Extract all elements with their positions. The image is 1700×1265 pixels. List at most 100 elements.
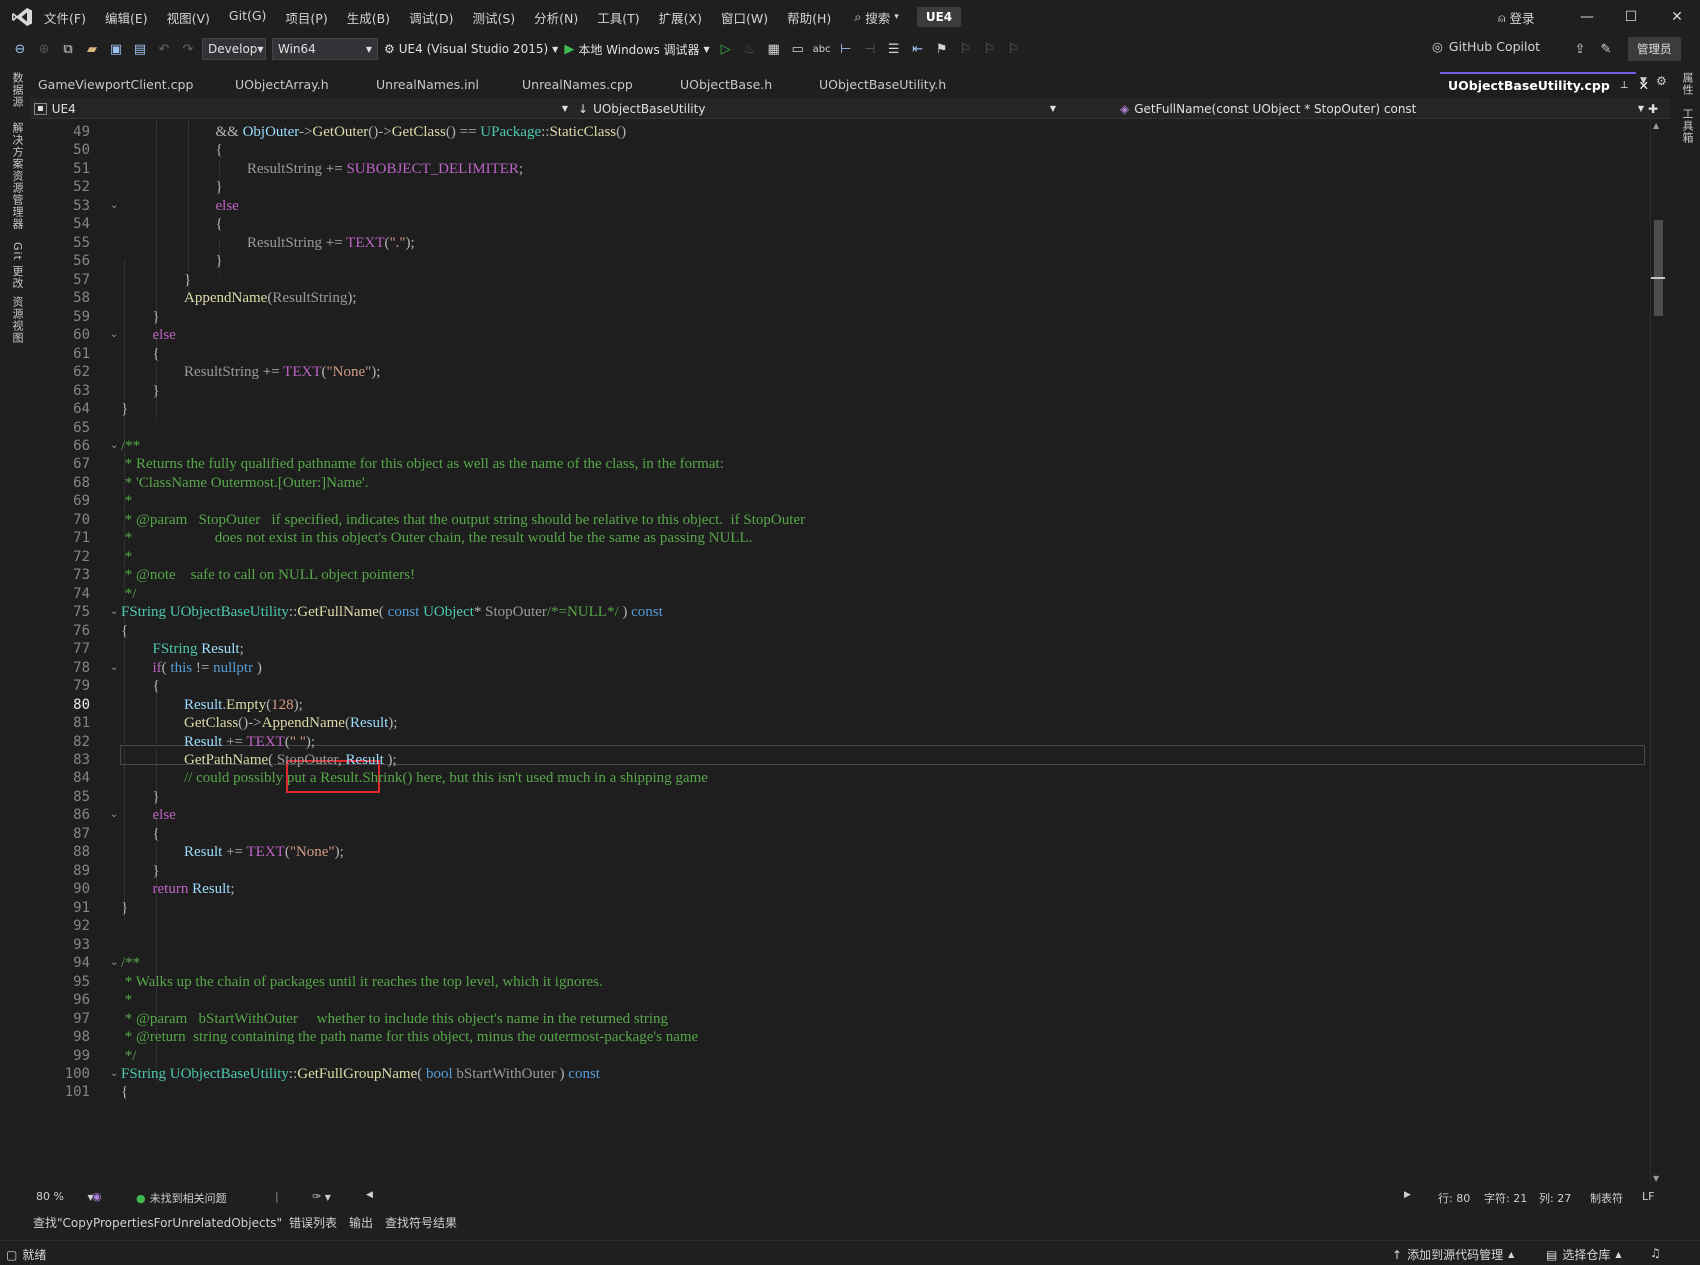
- code-line[interactable]: 51 ResultString += SUBOBJECT_DELIMITER;: [30, 159, 1650, 179]
- menu-item[interactable]: 扩展(X): [659, 8, 702, 27]
- clear-bookmarks-button[interactable]: ⚐: [1004, 38, 1024, 60]
- menu-item[interactable]: 调试(D): [409, 8, 453, 27]
- code-line[interactable]: 92: [30, 916, 1650, 936]
- code-line[interactable]: 53 ⌄ else: [30, 196, 1650, 216]
- code-line[interactable]: 71 * does not exist in this object's Out…: [30, 528, 1650, 548]
- spell-check-button[interactable]: abc: [812, 38, 832, 60]
- code-line[interactable]: 61 {: [30, 344, 1650, 364]
- tab-gameviewportclient-cpp[interactable]: GameViewportClient.cpp: [30, 72, 193, 96]
- tab-solution-explorer[interactable]: 解决方案资源管理器: [9, 122, 25, 230]
- fold-toggle-icon[interactable]: ⌄: [110, 805, 120, 825]
- close-window-button[interactable]: ✕: [1663, 6, 1691, 28]
- fold-toggle-icon[interactable]: ⌄: [110, 1064, 120, 1084]
- code-line[interactable]: 77 FString Result;: [30, 639, 1650, 659]
- code-line[interactable]: 85}: [30, 787, 1650, 807]
- code-line[interactable]: 69 *: [30, 491, 1650, 511]
- zoom-dropdown[interactable]: 80 % ▼: [36, 1190, 94, 1203]
- fold-toggle-icon[interactable]: ⌄: [110, 196, 120, 216]
- code-line[interactable]: 70 * @param StopOuter if specified, indi…: [30, 510, 1650, 530]
- char-indicator[interactable]: 字符: 21: [1484, 1190, 1527, 1206]
- open-file-button[interactable]: ▰: [82, 38, 102, 60]
- tab-properties[interactable]: 属性: [1679, 72, 1695, 96]
- menu-item[interactable]: 分析(N): [534, 8, 578, 27]
- bookmark-button[interactable]: ⚑: [932, 38, 952, 60]
- code-line[interactable]: 52}: [30, 177, 1650, 197]
- redo-button[interactable]: ↷: [178, 38, 198, 60]
- menu-item[interactable]: 视图(V): [167, 8, 210, 27]
- solution-configuration-dropdown[interactable]: Develop ▼: [202, 38, 266, 60]
- code-line[interactable]: 90 return Result;: [30, 879, 1650, 899]
- code-editor[interactable]: 49 && ObjOuter->GetOuter()->GetClass() ==…: [30, 120, 1665, 1186]
- code-line[interactable]: 49 && ObjOuter->GetOuter()->GetClass() ==…: [30, 122, 1650, 142]
- code-line[interactable]: 73 * @note safe to call on NULL object p…: [30, 565, 1650, 585]
- scope-dropdown[interactable]: ↓ UObjectBaseUtility ▼: [578, 98, 1056, 119]
- code-line[interactable]: 68 * 'ClassName Outermost.[Outer:]Name'.: [30, 473, 1650, 493]
- code-line[interactable]: 89}: [30, 861, 1650, 881]
- code-line[interactable]: 66 ⌄/**: [30, 436, 1650, 456]
- tab-output[interactable]: 输出: [349, 1214, 373, 1231]
- code-line[interactable]: 98 * @return string containing the path …: [30, 1027, 1650, 1047]
- fold-toggle-icon[interactable]: ⌄: [110, 658, 120, 678]
- outdent-button[interactable]: ⇤: [908, 38, 928, 60]
- code-line[interactable]: 97 * @param bStartWithOuter whether to i…: [30, 1009, 1650, 1029]
- code-line[interactable]: 57}: [30, 270, 1650, 290]
- split-editor-button[interactable]: ✚: [1648, 98, 1658, 119]
- tab-overflow-dropdown[interactable]: ▼: [1640, 76, 1647, 86]
- uncomment-button[interactable]: ⊣: [860, 38, 880, 60]
- select-repository-button[interactable]: ▤ 选择仓库 ▲: [1546, 1246, 1622, 1263]
- issues-indicator[interactable]: ● 未找到相关问题: [136, 1190, 227, 1206]
- menu-item[interactable]: 帮助(H): [787, 8, 831, 27]
- fold-toggle-icon[interactable]: ⌄: [110, 953, 120, 973]
- login-button[interactable]: ⍝ 登录: [1498, 8, 1535, 27]
- github-copilot-button[interactable]: ◎ GitHub Copilot: [1432, 39, 1540, 54]
- scroll-left-icon[interactable]: ◀: [366, 1190, 373, 1200]
- browse-button[interactable]: ▦: [764, 38, 784, 60]
- project-dropdown[interactable]: ▪ UE4 ▼: [34, 98, 568, 119]
- navigate-back-button[interactable]: ⊖: [10, 38, 30, 60]
- scrollbar-thumb[interactable]: [1654, 220, 1663, 316]
- scroll-right-icon[interactable]: ▶: [1404, 1190, 1411, 1200]
- tab-uobjectbaseutility-h[interactable]: UObjectBaseUtility.h: [811, 72, 946, 96]
- column-indicator[interactable]: 列: 27: [1539, 1190, 1571, 1206]
- fold-toggle-icon[interactable]: ⌄: [110, 325, 120, 345]
- new-item-button[interactable]: ⧉: [58, 38, 78, 60]
- indent-button[interactable]: ☰: [884, 38, 904, 60]
- menu-item[interactable]: 窗口(W): [721, 8, 768, 27]
- search-button[interactable]: ⌕ 搜索 ▾: [854, 8, 899, 27]
- code-line[interactable]: 62 ResultString += TEXT("None");: [30, 362, 1650, 382]
- tab-unrealnames-inl[interactable]: UnrealNames.inl: [368, 72, 479, 96]
- scroll-down-icon[interactable]: ▼: [1653, 1174, 1659, 1183]
- code-line[interactable]: 99 */: [30, 1046, 1650, 1066]
- pin-icon[interactable]: ⊥: [1620, 80, 1629, 91]
- menu-item[interactable]: 编辑(E): [105, 8, 148, 27]
- code-line[interactable]: 78 ⌄ if( this != nullptr ): [30, 658, 1650, 678]
- code-line[interactable]: 67 * Returns the fully qualified pathnam…: [30, 454, 1650, 474]
- code-line[interactable]: 50 {: [30, 140, 1650, 160]
- code-line[interactable]: 82 Result += TEXT(" ");: [30, 732, 1650, 752]
- line-ending-indicator[interactable]: LF: [1642, 1190, 1654, 1203]
- code-line[interactable]: 74 */: [30, 584, 1650, 604]
- intellicode-icon[interactable]: ◉: [92, 1190, 102, 1203]
- tab-error-list[interactable]: 错误列表: [289, 1214, 337, 1231]
- solution-name-badge[interactable]: UE4: [916, 7, 962, 27]
- tab-uobjectarray-h[interactable]: UObjectArray.h: [227, 72, 329, 96]
- fold-toggle-icon[interactable]: ⌄: [110, 602, 120, 622]
- next-bookmark-button[interactable]: ⚐: [980, 38, 1000, 60]
- scroll-up-icon[interactable]: ▲: [1653, 121, 1659, 130]
- menu-item[interactable]: 生成(B): [347, 8, 390, 27]
- code-line[interactable]: 60 ⌄ else: [30, 325, 1650, 345]
- code-line[interactable]: 94 ⌄/**: [30, 953, 1650, 973]
- code-line[interactable]: 84 // could possibly put a Result.Shrink(…: [30, 768, 1650, 788]
- code-line[interactable]: 59}: [30, 307, 1650, 327]
- code-line[interactable]: 81 GetClass()->AppendName(Result);: [30, 713, 1650, 733]
- code-line[interactable]: 100 ⌄ FString UObjectBaseUtility::GetFullG…: [30, 1064, 1650, 1084]
- menu-item[interactable]: Git(G): [229, 8, 267, 27]
- editor-vertical-scrollbar[interactable]: ▲ ▼: [1650, 120, 1665, 1186]
- tab-resource-view[interactable]: 资源视图: [9, 296, 25, 344]
- code-line[interactable]: 76 {: [30, 621, 1650, 641]
- code-line[interactable]: 101 {: [30, 1082, 1650, 1102]
- tab-git-changes[interactable]: Git 更改: [9, 242, 25, 289]
- menu-item[interactable]: 工具(T): [597, 8, 639, 27]
- solution-platform-dropdown[interactable]: Win64 ▼: [272, 38, 378, 60]
- tab-uobjectbase-h[interactable]: UObjectBase.h: [672, 72, 772, 96]
